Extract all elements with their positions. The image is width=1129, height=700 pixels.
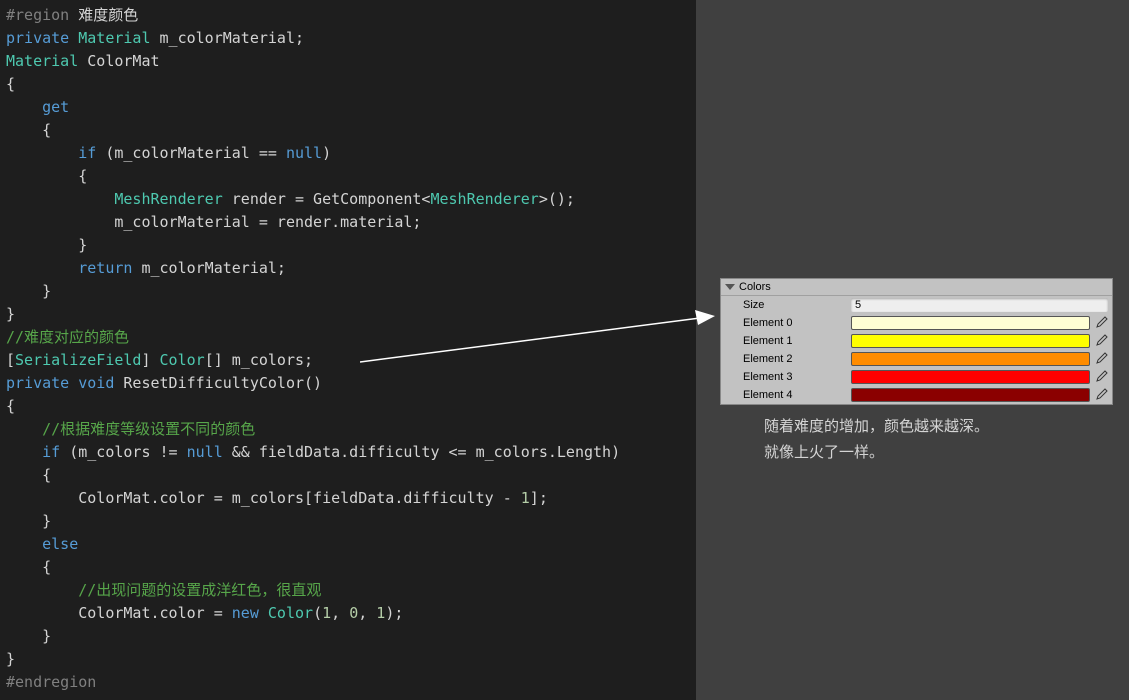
number: 1 [322,604,331,622]
element-label: Element 3 [743,371,851,383]
inspector-array-header[interactable]: Colors [721,279,1112,296]
bracket: [ [6,351,15,369]
comment: //出现问题的设置成洋红色，很直观 [78,581,321,599]
code-text: (m_colorMaterial == [105,144,286,162]
type: Color [160,351,205,369]
brace: } [42,282,51,300]
color-swatch[interactable] [851,316,1090,330]
size-label: Size [743,299,851,311]
code-text: , [331,604,349,622]
code-text: ); [385,604,403,622]
code-text: render = GetComponent< [223,190,431,208]
code-text: && fieldData.difficulty <= m_colors.Leng… [223,443,620,461]
annotation-line-1: 随着难度的增加，颜色越来越深。 [764,414,989,440]
brace: { [42,558,51,576]
keyword: new [232,604,259,622]
element-label: Element 2 [743,353,851,365]
attribute: SerializeField [15,351,141,369]
brace: } [42,627,51,645]
inspector-element-row: Element 4 [721,386,1112,404]
brace: { [42,121,51,139]
code-text: , [358,604,376,622]
type: MeshRenderer [430,190,538,208]
inspector-element-row: Element 2 [721,350,1112,368]
unity-inspector-colors: Colors Size 5 Element 0 Element 1 Element … [720,278,1113,405]
number: 0 [349,604,358,622]
keyword: get [42,98,69,116]
element-label: Element 1 [743,335,851,347]
brace: } [6,650,15,668]
inspector-array-name: Colors [739,281,771,293]
code-text: ( [313,604,322,622]
code-text: [] m_colors; [205,351,313,369]
code-text: ColorMat.color = m_colors[fieldData.diff… [78,489,521,507]
type: Material [6,52,78,70]
keyword: null [286,144,322,162]
inspector-size-row: Size 5 [721,296,1112,314]
brace: } [78,236,87,254]
code-text: m_colorMaterial; [132,259,286,277]
brace: } [6,305,15,323]
number: 1 [376,604,385,622]
code-text: (m_colors != [60,443,186,461]
keyword: if [42,443,60,461]
type: MeshRenderer [114,190,222,208]
color-swatch[interactable] [851,370,1090,384]
eyedropper-icon[interactable] [1094,316,1108,330]
comment: //难度对应的颜色 [6,328,129,346]
color-swatch[interactable] [851,352,1090,366]
region-name: 难度颜色 [78,6,138,24]
code-text: >(); [539,190,575,208]
brace: { [6,397,15,415]
color-swatch[interactable] [851,334,1090,348]
bracket: ] [141,351,159,369]
code-text: ColorMat.color = [78,604,232,622]
brace: { [42,466,51,484]
number: 1 [521,489,530,507]
inspector-element-row: Element 3 [721,368,1112,386]
endregion-directive: #endregion [6,673,96,691]
inspector-element-row: Element 1 [721,332,1112,350]
keyword: null [187,443,223,461]
inspector-element-row: Element 0 [721,314,1112,332]
code-text: ]; [530,489,548,507]
method-name: ResetDifficultyColor() [123,374,322,392]
element-label: Element 0 [743,317,851,329]
region-directive: #region [6,6,78,24]
code-text: m_colorMaterial = render.material; [114,213,421,231]
size-input[interactable]: 5 [851,298,1108,312]
annotation-line-2: 就像上火了一样。 [764,440,989,466]
keyword: private [6,29,69,47]
eyedropper-icon[interactable] [1094,388,1108,402]
brace: { [78,167,87,185]
element-label: Element 4 [743,389,851,401]
keyword: void [78,374,114,392]
identifier: m_colorMaterial; [160,29,305,47]
brace: } [42,512,51,530]
keyword: if [78,144,96,162]
brace: { [6,75,15,93]
annotation-text: 随着难度的增加，颜色越来越深。 就像上火了一样。 [764,414,989,466]
eyedropper-icon[interactable] [1094,334,1108,348]
color-swatch[interactable] [851,388,1090,402]
keyword: else [42,535,78,553]
keyword: return [78,259,132,277]
identifier: ColorMat [87,52,159,70]
eyedropper-icon[interactable] [1094,370,1108,384]
keyword: private [6,374,69,392]
type: Material [78,29,150,47]
type: Color [268,604,313,622]
eyedropper-icon[interactable] [1094,352,1108,366]
foldout-triangle-icon[interactable] [725,284,735,290]
comment: //根据难度等级设置不同的颜色 [42,420,255,438]
code-text: ) [322,144,331,162]
code-editor[interactable]: #region 难度颜色 private Material m_colorMat… [0,0,696,700]
